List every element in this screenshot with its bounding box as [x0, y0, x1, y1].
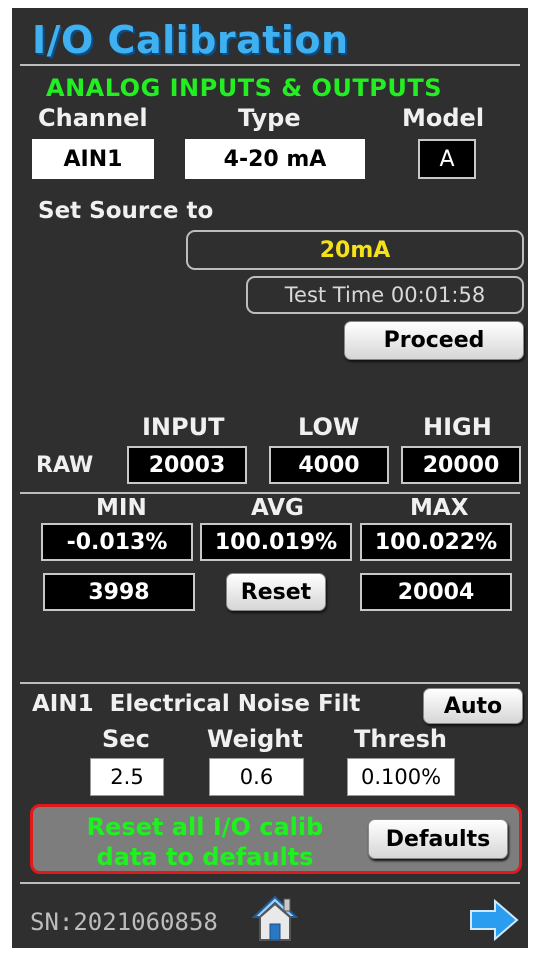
- source-value-field[interactable]: 20mA: [186, 230, 524, 270]
- filter-header-sec: Sec: [102, 725, 150, 753]
- proceed-button[interactable]: Proceed: [344, 321, 524, 360]
- channel-label: Channel: [38, 104, 148, 132]
- section-title: ANALOG INPUTS & OUTPUTS: [46, 74, 443, 102]
- noise-filter-label: AIN1 Electrical Noise Filt: [32, 691, 361, 717]
- weight-input[interactable]: 0.6: [209, 758, 304, 796]
- defaults-button[interactable]: Defaults: [368, 819, 508, 859]
- model-label: Model: [402, 104, 485, 132]
- type-label: Type: [238, 104, 301, 132]
- thresh-input[interactable]: 0.100%: [347, 758, 455, 796]
- raw-low-value: 4000: [269, 446, 389, 484]
- stats-header-max: MAX: [410, 495, 469, 521]
- reset-defaults-line1: Reset all I/O calib: [86, 813, 324, 841]
- type-select[interactable]: 4-20 mA: [185, 139, 365, 179]
- reset-defaults-line2: data to defaults: [96, 843, 314, 871]
- arrow-right-icon[interactable]: [468, 898, 520, 942]
- channel-select[interactable]: AIN1: [32, 139, 154, 179]
- max-percent: 100.022%: [360, 523, 512, 561]
- raw-input-value: 20003: [127, 446, 247, 484]
- raw-divider: [20, 492, 520, 494]
- max-raw-value: 20004: [360, 573, 512, 611]
- reset-defaults-text: Reset all I/O calib data to defaults: [40, 812, 370, 872]
- raw-header-input: INPUT: [142, 413, 225, 441]
- page-title: I/O Calibration: [32, 18, 349, 62]
- sec-input[interactable]: 2.5: [90, 758, 164, 796]
- filter-header-thresh: Thresh: [354, 725, 447, 753]
- serial-number: SN:2021060858: [30, 908, 218, 936]
- stats-header-avg: AVG: [251, 495, 304, 521]
- model-select[interactable]: A: [418, 139, 476, 179]
- footer-divider: [20, 882, 520, 884]
- set-source-label: Set Source to: [38, 198, 214, 224]
- calibration-screen: I/O Calibration ANALOG INPUTS & OUTPUTS …: [12, 8, 528, 948]
- min-percent: -0.013%: [41, 523, 193, 561]
- home-icon[interactable]: [251, 894, 299, 942]
- title-divider: [20, 64, 520, 66]
- stats-header-min: MIN: [96, 495, 147, 521]
- raw-high-value: 20000: [401, 446, 521, 484]
- reset-stats-button[interactable]: Reset: [226, 573, 326, 611]
- auto-button[interactable]: Auto: [423, 688, 523, 724]
- avg-percent: 100.019%: [200, 523, 352, 561]
- raw-header-low: LOW: [298, 413, 360, 441]
- filter-divider: [20, 682, 520, 684]
- test-time-display: Test Time 00:01:58: [246, 276, 524, 314]
- min-raw-value: 3998: [43, 573, 195, 611]
- filter-header-weight: Weight: [207, 725, 303, 753]
- raw-row-label: RAW: [36, 453, 94, 478]
- raw-header-high: HIGH: [423, 413, 492, 441]
